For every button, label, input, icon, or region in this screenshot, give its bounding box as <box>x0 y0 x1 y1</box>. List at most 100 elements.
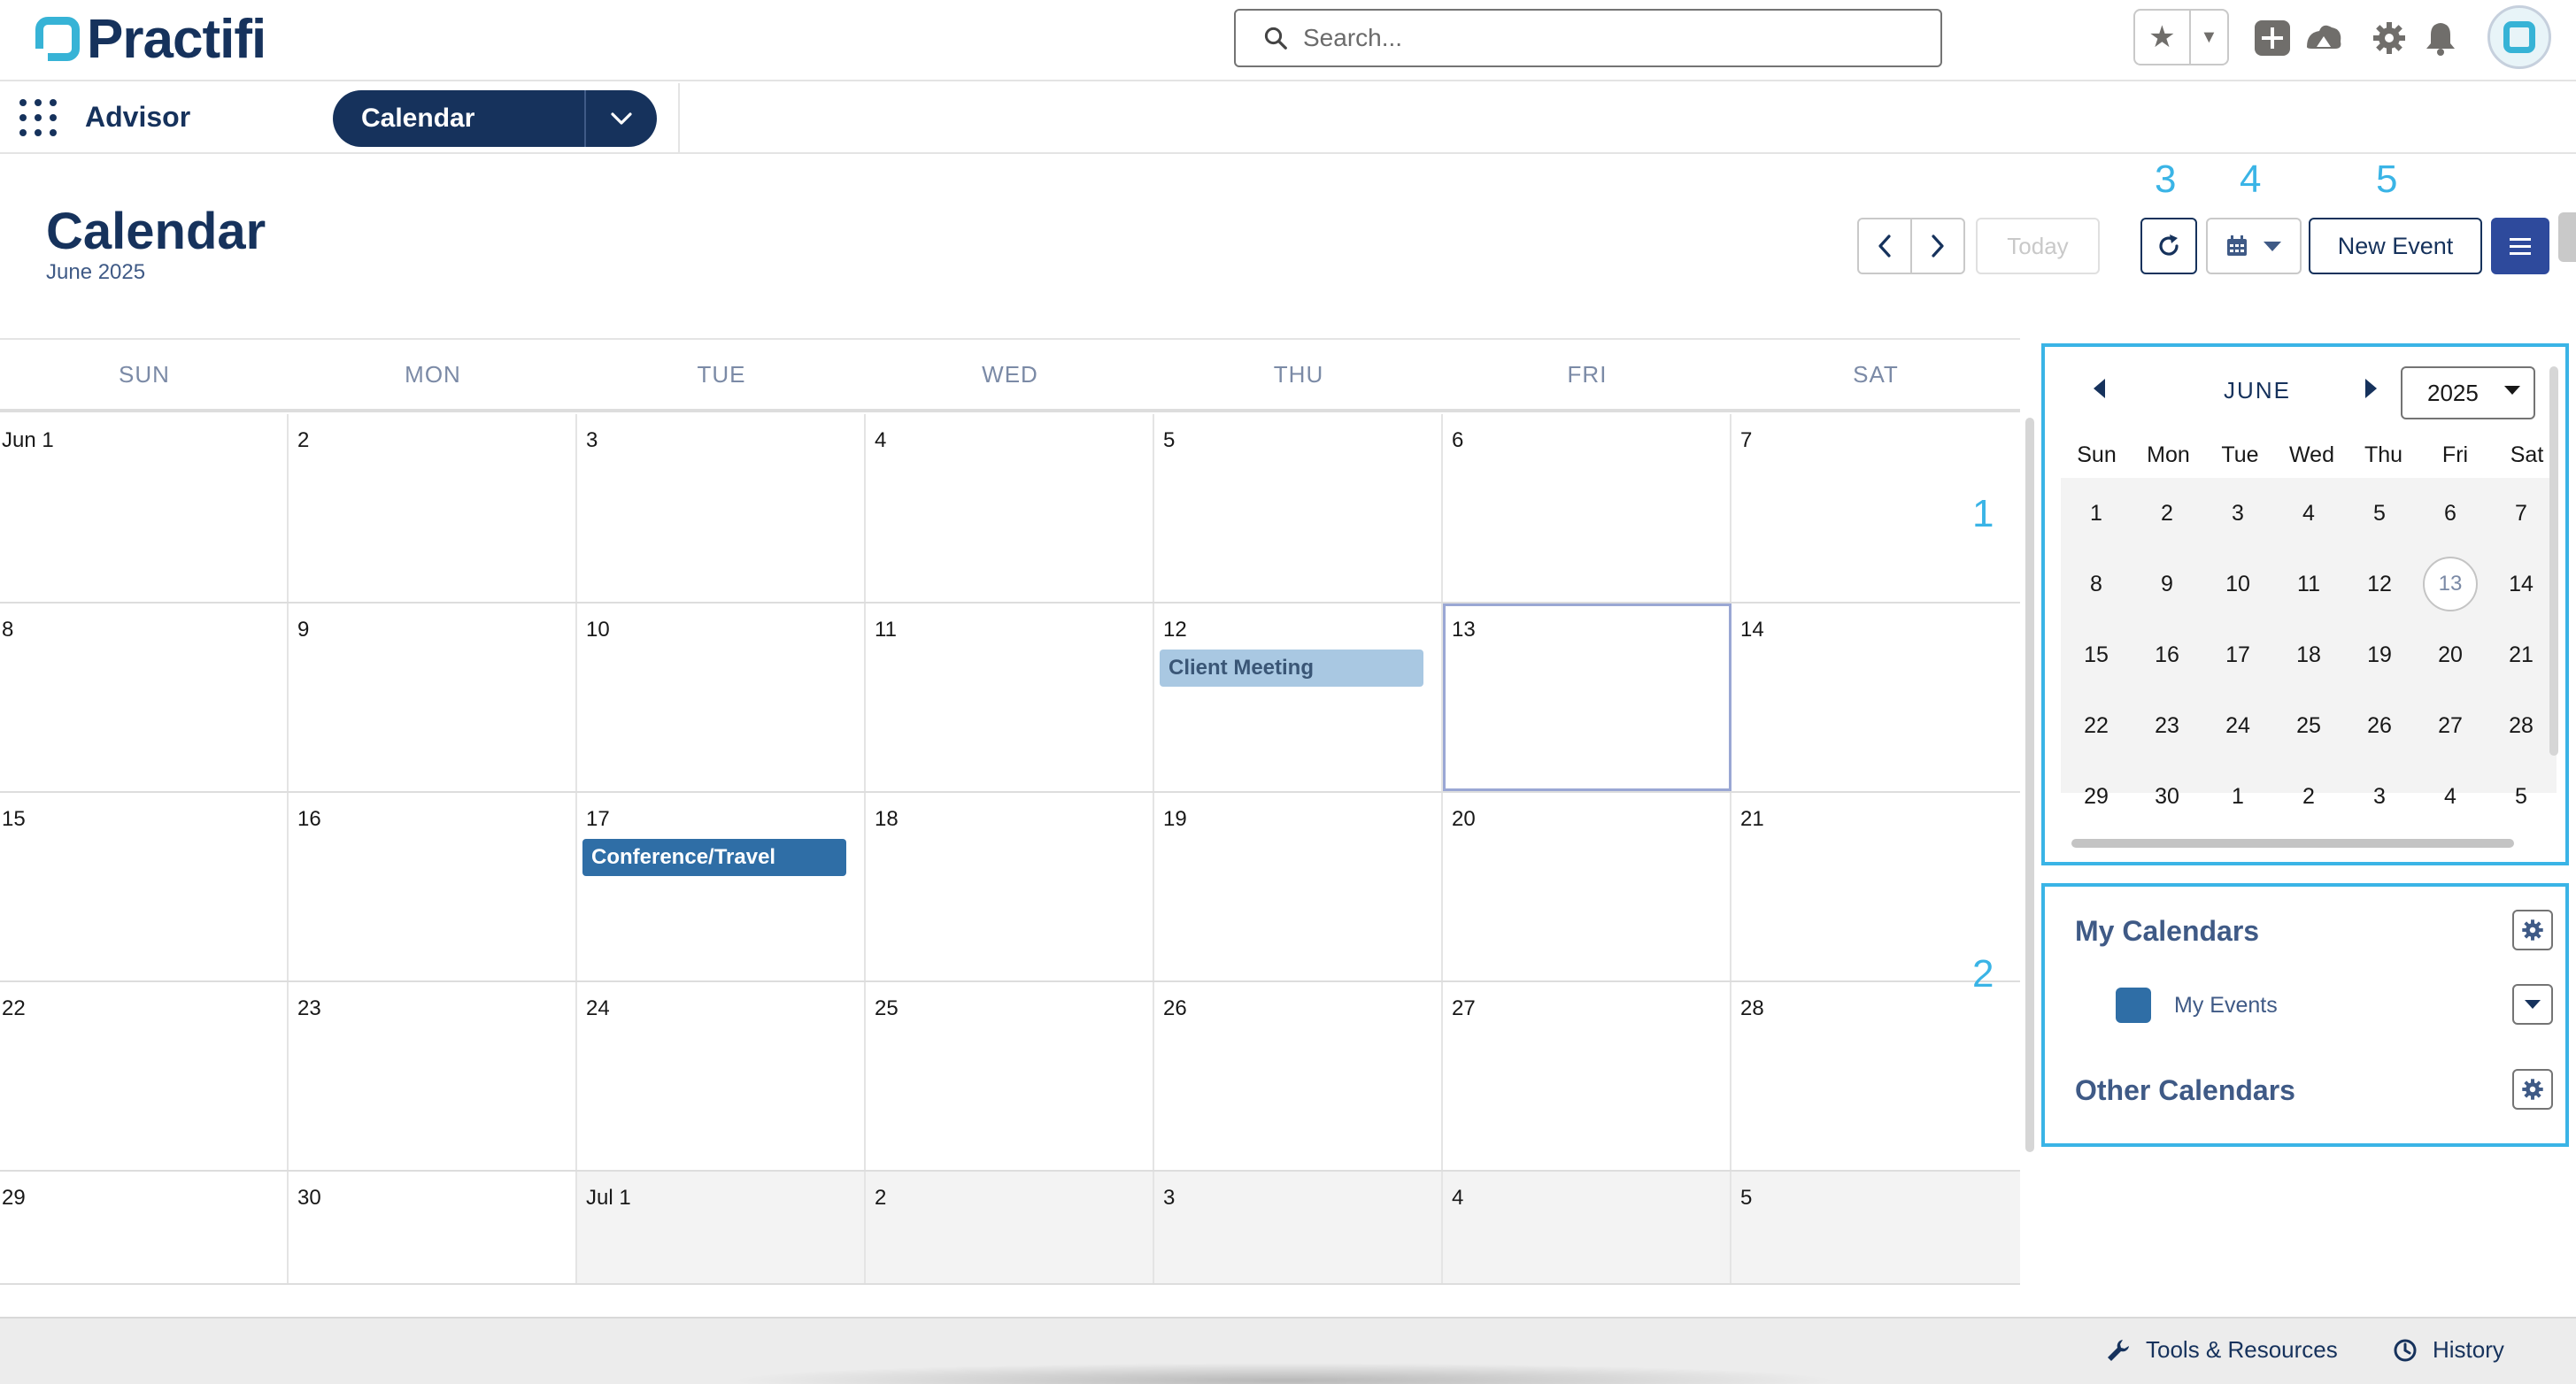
history-link[interactable]: History <box>2392 1336 2504 1364</box>
global-search[interactable] <box>1234 9 1942 67</box>
calendar-day-cell[interactable]: 2 <box>289 414 577 602</box>
previous-month-button[interactable] <box>1857 218 1912 274</box>
app-launcher-icon[interactable] <box>19 99 57 136</box>
calendar-day-cell[interactable]: 24 <box>577 982 866 1170</box>
calendar-day-cell[interactable]: 17 Conference/Travel <box>577 793 866 980</box>
mini-calendar-day[interactable]: 1 <box>2202 761 2273 832</box>
calendar-day-cell[interactable]: 20 <box>1443 793 1731 980</box>
calendar-day-cell[interactable]: 27 <box>1443 982 1731 1170</box>
calendar-day-cell[interactable]: 3 <box>1154 1172 1443 1283</box>
mini-calendar-day[interactable]: 22 <box>2061 690 2132 761</box>
mini-calendar-day[interactable]: 2 <box>2132 478 2202 549</box>
mini-calendar-day[interactable]: 19 <box>2344 619 2415 690</box>
calendar-day-cell[interactable]: 16 <box>289 793 577 980</box>
mini-calendar-day[interactable]: 28 <box>2486 690 2557 761</box>
mini-calendar-day[interactable]: 17 <box>2202 619 2273 690</box>
side-panel-toggle[interactable] <box>2558 212 2576 262</box>
refresh-button[interactable] <box>2140 218 2197 274</box>
calendar-day-cell[interactable]: 2 <box>866 1172 1154 1283</box>
calendar-day-cell[interactable]: 8 <box>0 604 289 791</box>
calendar-day-cell[interactable]: 26 <box>1154 982 1443 1170</box>
calendar-day-cell[interactable]: 12 Client Meeting <box>1154 604 1443 791</box>
mini-calendar-day[interactable]: 4 <box>2415 761 2486 832</box>
calendar-day-cell[interactable]: 29 <box>0 1172 289 1283</box>
calendar-day-cell[interactable]: 19 <box>1154 793 1443 980</box>
list-view-button[interactable] <box>2491 218 2549 274</box>
new-event-button[interactable]: New Event <box>2309 218 2482 274</box>
mini-calendar-day[interactable]: 29 <box>2061 761 2132 832</box>
next-month-icon[interactable] <box>2362 377 2379 400</box>
calendar-day-cell[interactable]: 22 <box>0 982 289 1170</box>
my-calendars-settings-button[interactable] <box>2512 910 2553 950</box>
today-button[interactable]: Today <box>1976 218 2100 274</box>
mini-calendar-day[interactable]: 9 <box>2132 549 2202 619</box>
calendar-day-cell[interactable]: Jun 1 <box>0 414 289 602</box>
tools-resources-link[interactable]: Tools & Resources <box>2105 1336 2338 1364</box>
calendar-day-cell[interactable]: 11 <box>866 604 1154 791</box>
mini-calendar-day[interactable]: 5 <box>2344 478 2415 549</box>
previous-month-icon[interactable] <box>2091 377 2109 400</box>
favorites-dropdown-icon[interactable]: ▼ <box>2191 11 2227 64</box>
mini-calendar-day[interactable]: 30 <box>2132 761 2202 832</box>
mini-calendar-day[interactable]: 14 <box>2486 549 2557 619</box>
add-icon[interactable] <box>2252 18 2293 58</box>
next-month-button[interactable] <box>1910 218 1965 274</box>
mini-calendar-day[interactable]: 7 <box>2486 478 2557 549</box>
calendar-day-cell[interactable]: 9 <box>289 604 577 791</box>
calendar-day-cell[interactable]: 18 <box>866 793 1154 980</box>
mini-calendar-day[interactable]: 6 <box>2415 478 2486 549</box>
mini-calendar-day[interactable]: 10 <box>2202 549 2273 619</box>
mini-calendar-day[interactable]: 16 <box>2132 619 2202 690</box>
mini-calendar-day[interactable]: 18 <box>2273 619 2344 690</box>
mini-calendar-day[interactable]: 23 <box>2132 690 2202 761</box>
calendar-day-cell[interactable]: 5 <box>1731 1172 2020 1283</box>
calendar-day-cell[interactable]: 14 <box>1731 604 2020 791</box>
calendar-day-cell[interactable]: 23 <box>289 982 577 1170</box>
mini-calendar-day[interactable]: 3 <box>2202 478 2273 549</box>
mini-calendar-day[interactable]: 11 <box>2273 549 2344 619</box>
favorites-star-icon[interactable]: ★ <box>2135 11 2191 64</box>
calendar-day-cell[interactable]: 15 <box>0 793 289 980</box>
calendar-event[interactable]: Client Meeting <box>1160 650 1423 687</box>
calendar-day-cell[interactable]: 10 <box>577 604 866 791</box>
my-events-options-button[interactable] <box>2512 984 2553 1025</box>
nav-tab-calendar[interactable]: Calendar <box>333 90 657 147</box>
calendar-day-cell[interactable]: 25 <box>866 982 1154 1170</box>
calendar-view-menu-button[interactable] <box>2206 218 2302 274</box>
trailhead-icon[interactable] <box>2303 18 2344 58</box>
calendar-day-cell[interactable]: 6 <box>1443 414 1731 602</box>
mini-calendar-day[interactable]: 3 <box>2344 761 2415 832</box>
calendar-day-cell[interactable]: 30 <box>289 1172 577 1283</box>
mini-calendar-day[interactable]: 2 <box>2273 761 2344 832</box>
other-calendars-settings-button[interactable] <box>2512 1069 2553 1110</box>
calendar-day-cell[interactable]: 13 <box>1443 604 1731 791</box>
brand-logo[interactable]: Practifi <box>35 9 266 70</box>
mini-calendar-day[interactable]: 15 <box>2061 619 2132 690</box>
calendar-day-cell[interactable]: 5 <box>1154 414 1443 602</box>
mini-calendar-day[interactable]: 13 <box>2415 549 2486 619</box>
settings-gear-icon[interactable] <box>2369 18 2410 58</box>
calendar-scrollbar[interactable] <box>2025 418 2034 1152</box>
mini-calendar-day[interactable]: 5 <box>2486 761 2557 832</box>
mini-calendar-day[interactable]: 24 <box>2202 690 2273 761</box>
search-input[interactable] <box>1303 24 1905 52</box>
mini-calendar-day[interactable]: 25 <box>2273 690 2344 761</box>
calendar-day-cell[interactable]: 4 <box>1443 1172 1731 1283</box>
mini-calendar-day[interactable]: 8 <box>2061 549 2132 619</box>
mini-calendar-day[interactable]: 4 <box>2273 478 2344 549</box>
year-select[interactable]: 2025 <box>2401 366 2535 419</box>
user-avatar[interactable] <box>2487 5 2551 69</box>
calendar-day-cell[interactable]: 3 <box>577 414 866 602</box>
calendar-event[interactable]: Conference/Travel <box>582 839 846 876</box>
calendar-day-cell[interactable]: Jul 1 <box>577 1172 866 1283</box>
chevron-down-icon[interactable] <box>586 111 657 126</box>
notifications-bell-icon[interactable] <box>2420 18 2461 58</box>
mini-calendar-vertical-scrollbar[interactable] <box>2549 366 2558 756</box>
calendar-day-cell[interactable]: 28 <box>1731 982 2020 1170</box>
calendar-day-cell[interactable]: 4 <box>866 414 1154 602</box>
mini-calendar-day[interactable]: 12 <box>2344 549 2415 619</box>
mini-calendar-day[interactable]: 1 <box>2061 478 2132 549</box>
mini-calendar-day[interactable]: 21 <box>2486 619 2557 690</box>
mini-calendar-day[interactable]: 26 <box>2344 690 2415 761</box>
mini-calendar-day[interactable]: 20 <box>2415 619 2486 690</box>
